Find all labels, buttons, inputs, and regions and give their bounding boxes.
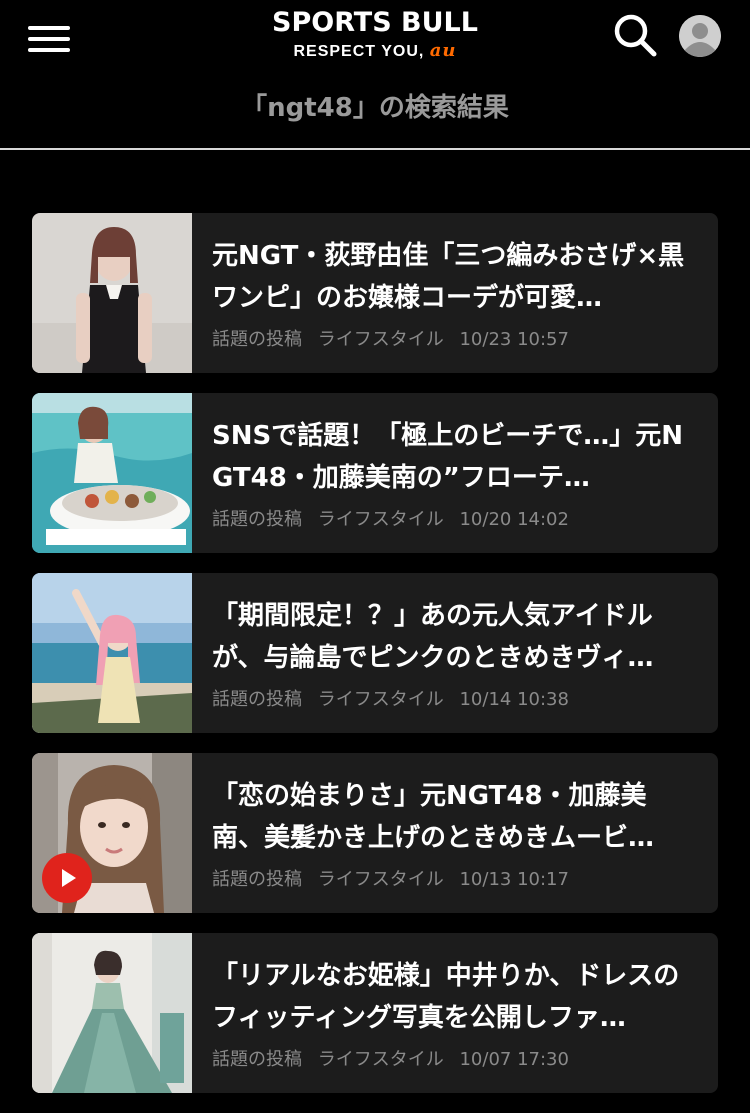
article-source: 話題の投稿 [212, 509, 302, 530]
article-category: ライフスタイル [317, 509, 444, 530]
article-datetime: 10/14 10:38 [459, 689, 569, 710]
article-card[interactable]: 「リアルなお姫様」中井りか、ドレスのフィッティング写真を公開しファ… 話題の投稿… [32, 933, 718, 1093]
user-icon [679, 15, 721, 57]
article-thumbnail[interactable] [32, 753, 192, 913]
logo-tagline: RESPECT YOU, au [250, 42, 500, 61]
article-category: ライフスタイル [317, 869, 444, 890]
search-button[interactable] [612, 12, 658, 58]
article-meta: 話題の投稿 ライフスタイル 10/23 10:57 [212, 326, 579, 354]
menu-bar [28, 26, 70, 30]
article-thumbnail[interactable] [32, 393, 192, 553]
search-results-list: 元NGT・荻野由佳「三つ編みおさげ×黒ワンピ」のお嬢様コーデが可愛… 話題の投稿… [32, 213, 718, 1113]
article-datetime: 10/20 14:02 [459, 509, 569, 530]
article-title: 「恋の始まりさ」元NGT48・加藤美南、美髪かき上げのときめきムービ… [212, 781, 655, 853]
user-avatar-button[interactable] [679, 15, 721, 57]
article-meta: 話題の投稿 ライフスタイル 10/20 14:02 [212, 506, 579, 534]
au-logo: au [429, 40, 457, 61]
article-source: 話題の投稿 [212, 1049, 302, 1070]
article-meta: 話題の投稿 ライフスタイル 10/07 17:30 [212, 1046, 579, 1074]
menu-bar [28, 37, 70, 41]
article-source: 話題の投稿 [212, 689, 302, 710]
article-title: SNSで話題！「極上のビーチで…」元NGT48・加藤美南の”フローテ… [212, 421, 683, 493]
article-title: 「リアルなお姫様」中井りか、ドレスのフィッティング写真を公開しファ… [212, 961, 680, 1033]
article-thumbnail[interactable] [32, 573, 192, 733]
article-card[interactable]: 「期間限定！？」あの元人気アイドルが、与論島でピンクのときめきヴィ… 話題の投稿… [32, 573, 718, 733]
article-datetime: 10/23 10:57 [459, 329, 569, 350]
article-datetime: 10/13 10:17 [459, 869, 569, 890]
article-source: 話題の投稿 [212, 329, 302, 350]
logo-wordmark: SPORTS BULL [272, 7, 478, 38]
article-datetime: 10/07 17:30 [459, 1049, 569, 1070]
sports-bull-logo[interactable]: SPORTS BULL RESPECT YOU, au [250, 8, 500, 61]
article-title: 元NGT・荻野由佳「三つ編みおさげ×黒ワンピ」のお嬢様コーデが可愛… [212, 241, 685, 313]
app-header: SPORTS BULL RESPECT YOU, au 「ngt48」の検索結果 [0, 0, 750, 150]
woman-floating-breakfast-pool-photo [32, 393, 192, 553]
menu-bar [28, 48, 70, 52]
article-card[interactable]: SNSで話題！「極上のビーチで…」元NGT48・加藤美南の”フローテ… 話題の投… [32, 393, 718, 553]
article-card[interactable]: 元NGT・荻野由佳「三つ編みおさげ×黒ワンピ」のお嬢様コーデが可愛… 話題の投稿… [32, 213, 718, 373]
article-category: ライフスタイル [317, 329, 444, 350]
hamburger-menu-button[interactable] [28, 24, 72, 54]
article-card[interactable]: 「恋の始まりさ」元NGT48・加藤美南、美髪かき上げのときめきムービ… 話題の投… [32, 753, 718, 913]
logo-tagline-text: RESPECT YOU, [293, 43, 425, 60]
header-divider [0, 148, 750, 150]
girl-black-dress-photo [32, 213, 192, 373]
search-icon [614, 14, 657, 57]
article-title: 「期間限定！？」あの元人気アイドルが、与論島でピンクのときめきヴィ… [212, 601, 654, 673]
play-icon[interactable] [42, 853, 92, 903]
article-meta: 話題の投稿 ライフスタイル 10/13 10:17 [212, 866, 579, 894]
article-source: 話題の投稿 [212, 869, 302, 890]
pink-hair-woman-beach-photo [32, 573, 192, 733]
article-thumbnail[interactable] [32, 213, 192, 373]
search-results-title: 「ngt48」の検索結果 [241, 93, 509, 123]
article-category: ライフスタイル [317, 1049, 444, 1070]
article-meta: 話題の投稿 ライフスタイル 10/14 10:38 [212, 686, 579, 714]
article-thumbnail[interactable] [32, 933, 192, 1093]
woman-green-gown-photo [32, 933, 192, 1093]
article-category: ライフスタイル [317, 689, 444, 710]
